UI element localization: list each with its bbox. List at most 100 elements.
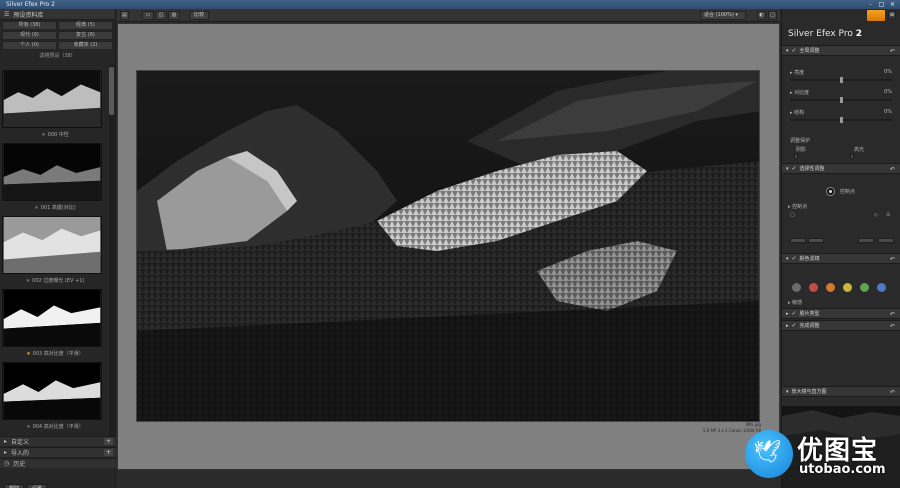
- sensitivity-left-bar-2[interactable]: [808, 238, 824, 243]
- import-button[interactable]: +: [104, 449, 113, 456]
- preset-thumbnail: [2, 143, 102, 201]
- reset-icon[interactable]: ↶: [890, 323, 895, 330]
- side-by-side-icon[interactable]: ▥: [168, 11, 180, 20]
- sensitivity-left-bar[interactable]: [790, 238, 806, 243]
- color-filter-section[interactable]: ▾ ✓ 颜色滤镜 ↶: [782, 253, 900, 264]
- star-icon[interactable]: ★: [26, 278, 30, 284]
- structure-slider[interactable]: ▸ 结构 0%: [788, 109, 894, 127]
- filter-yellow[interactable]: [843, 283, 852, 292]
- finishing-label: 完成调整: [799, 323, 820, 329]
- watermark-url: utobao.com: [799, 462, 886, 477]
- minimize-button[interactable]: -: [866, 1, 875, 8]
- filter-blue[interactable]: [877, 283, 886, 292]
- checkmark-icon[interactable]: ✓: [792, 322, 797, 329]
- preset-item[interactable]: ★ 002 过度曝光 (EV +1): [2, 215, 108, 288]
- filter-orange[interactable]: [826, 283, 835, 292]
- preview-image[interactable]: [136, 70, 760, 422]
- control-point-button[interactable]: [826, 187, 835, 196]
- shadows-toggle[interactable]: [794, 154, 798, 159]
- preset-scrollbar[interactable]: [109, 65, 114, 443]
- preset-scrollbar-thumb[interactable]: [109, 67, 114, 115]
- category-classic[interactable]: 经典 (5): [58, 21, 113, 30]
- category-custom[interactable]: 个人 (0): [2, 41, 57, 50]
- slider-value: 0%: [884, 69, 892, 75]
- filter-red[interactable]: [809, 283, 818, 292]
- close-button[interactable]: ×: [888, 1, 897, 8]
- star-icon[interactable]: ★: [26, 351, 30, 357]
- global-adjust-section[interactable]: ▾ ✓ 全局调整 ↶: [782, 45, 900, 56]
- compare-button[interactable]: 比较: [189, 11, 209, 20]
- filter-neutral[interactable]: [792, 283, 801, 292]
- background-icon[interactable]: □: [768, 11, 777, 20]
- bulb-icon[interactable]: ◐: [757, 11, 766, 20]
- help-button[interactable]: 帮助: [4, 484, 25, 488]
- preset-item[interactable]: ★ 000 中性: [2, 69, 108, 142]
- checkmark-icon[interactable]: ✓: [792, 47, 797, 54]
- preset-thumbnail: [2, 216, 102, 274]
- category-all[interactable]: 所有 (38): [2, 21, 57, 30]
- checkmark-icon[interactable]: ✓: [792, 310, 797, 317]
- duplicate-point-icon[interactable]: ⊙: [886, 212, 890, 218]
- bottom-buttons: 帮助 设置: [0, 481, 116, 488]
- category-vintage[interactable]: 复古 (8): [58, 31, 113, 40]
- reset-icon[interactable]: ↶: [890, 48, 895, 55]
- delete-point-icon[interactable]: ◇: [874, 212, 878, 218]
- point-list-icon[interactable]: ▢: [790, 212, 795, 218]
- loupe-section[interactable]: ▾ 放大镜与直方图 ↶: [782, 386, 900, 397]
- preset-item[interactable]: ★ 004 高对比度（平滑）: [2, 361, 108, 434]
- app-title-version: 2: [855, 29, 862, 39]
- preset-library-title: 预设资料库: [13, 11, 44, 19]
- add-custom-button[interactable]: +: [104, 438, 113, 445]
- star-icon[interactable]: ★: [34, 205, 38, 211]
- watermark: 🕊 优图宝 utobao.com: [745, 428, 900, 488]
- preset-thumbnail: [2, 70, 102, 128]
- collapse-icon: ▾: [786, 388, 789, 395]
- preset-library-header[interactable]: ☰ 预设资料库: [0, 9, 115, 20]
- history-section[interactable]: ◷ 历史: [0, 458, 116, 468]
- preset-item[interactable]: ★ 003 高对比度（平滑）: [2, 288, 108, 361]
- single-view-icon[interactable]: ▭: [142, 11, 154, 20]
- zoom-select[interactable]: 适合 (100%) ▾: [700, 11, 746, 20]
- reset-icon[interactable]: ↶: [890, 311, 895, 318]
- slider-knob[interactable]: [840, 117, 843, 123]
- loupe-close-icon[interactable]: ↶: [890, 389, 895, 396]
- slider-label: ▸ 结构: [790, 110, 805, 116]
- sensitivity-right-bar[interactable]: [858, 238, 874, 243]
- film-types-section[interactable]: ▸ ✓ 胶片类型 ↶: [782, 308, 900, 319]
- sensitivity-label: ▸ 敏感: [788, 300, 803, 306]
- slider-knob[interactable]: [840, 77, 843, 83]
- tone-protect-label: 调整保护: [790, 138, 811, 144]
- expand-icon: ▸: [786, 310, 789, 317]
- maximize-button[interactable]: □: [877, 1, 886, 8]
- imported-section[interactable]: ▸ 导入的 +: [0, 447, 116, 457]
- checkmark-icon[interactable]: ✓: [792, 255, 797, 262]
- selective-adjust-section[interactable]: ▾ ✓ 选择性调整 ↶: [782, 163, 900, 174]
- preset-item[interactable]: ★ 001 高键(对比): [2, 142, 108, 215]
- slider-value: 0%: [884, 109, 892, 115]
- custom-section-label: 自定义: [11, 439, 30, 446]
- category-modern[interactable]: 现代 (9): [2, 31, 57, 40]
- split-view-icon[interactable]: ◫: [155, 11, 167, 20]
- category-favorites[interactable]: 收藏夹 (2): [58, 41, 113, 50]
- filter-green[interactable]: [860, 283, 869, 292]
- settings-button[interactable]: 设置: [27, 484, 48, 488]
- finishing-section[interactable]: ▸ ✓ 完成调整 ↶: [782, 320, 900, 331]
- menu-icon[interactable]: ≡: [888, 11, 896, 19]
- highlights-toggle[interactable]: [850, 154, 854, 159]
- reset-icon[interactable]: ↶: [890, 166, 895, 173]
- toggle-panel-icon[interactable]: ▤: [120, 11, 129, 20]
- shadows-label: 阴影: [796, 147, 807, 153]
- star-icon[interactable]: ★: [26, 424, 30, 430]
- brightness-slider[interactable]: ▸ 亮度 0%: [788, 69, 894, 87]
- sensitivity-right-bar-2[interactable]: [878, 238, 894, 243]
- star-icon[interactable]: ★: [41, 132, 45, 138]
- preset-thumbnail: [2, 362, 102, 420]
- window-title-bar: Silver Efex Pro 2 - □ ×: [0, 0, 900, 9]
- custom-section[interactable]: ▸ 自定义 +: [0, 436, 116, 446]
- slider-knob[interactable]: [840, 97, 843, 103]
- reset-icon[interactable]: ↶: [890, 256, 895, 263]
- checkmark-icon[interactable]: ✓: [792, 165, 797, 172]
- presets-heading: 滤镜预设（38）: [39, 53, 76, 59]
- contrast-slider[interactable]: ▸ 对比度 0%: [788, 89, 894, 107]
- image-canvas[interactable]: IMG.jpg 5.8 MP 3 x 2 Canon 1/200 f/8: [117, 23, 780, 470]
